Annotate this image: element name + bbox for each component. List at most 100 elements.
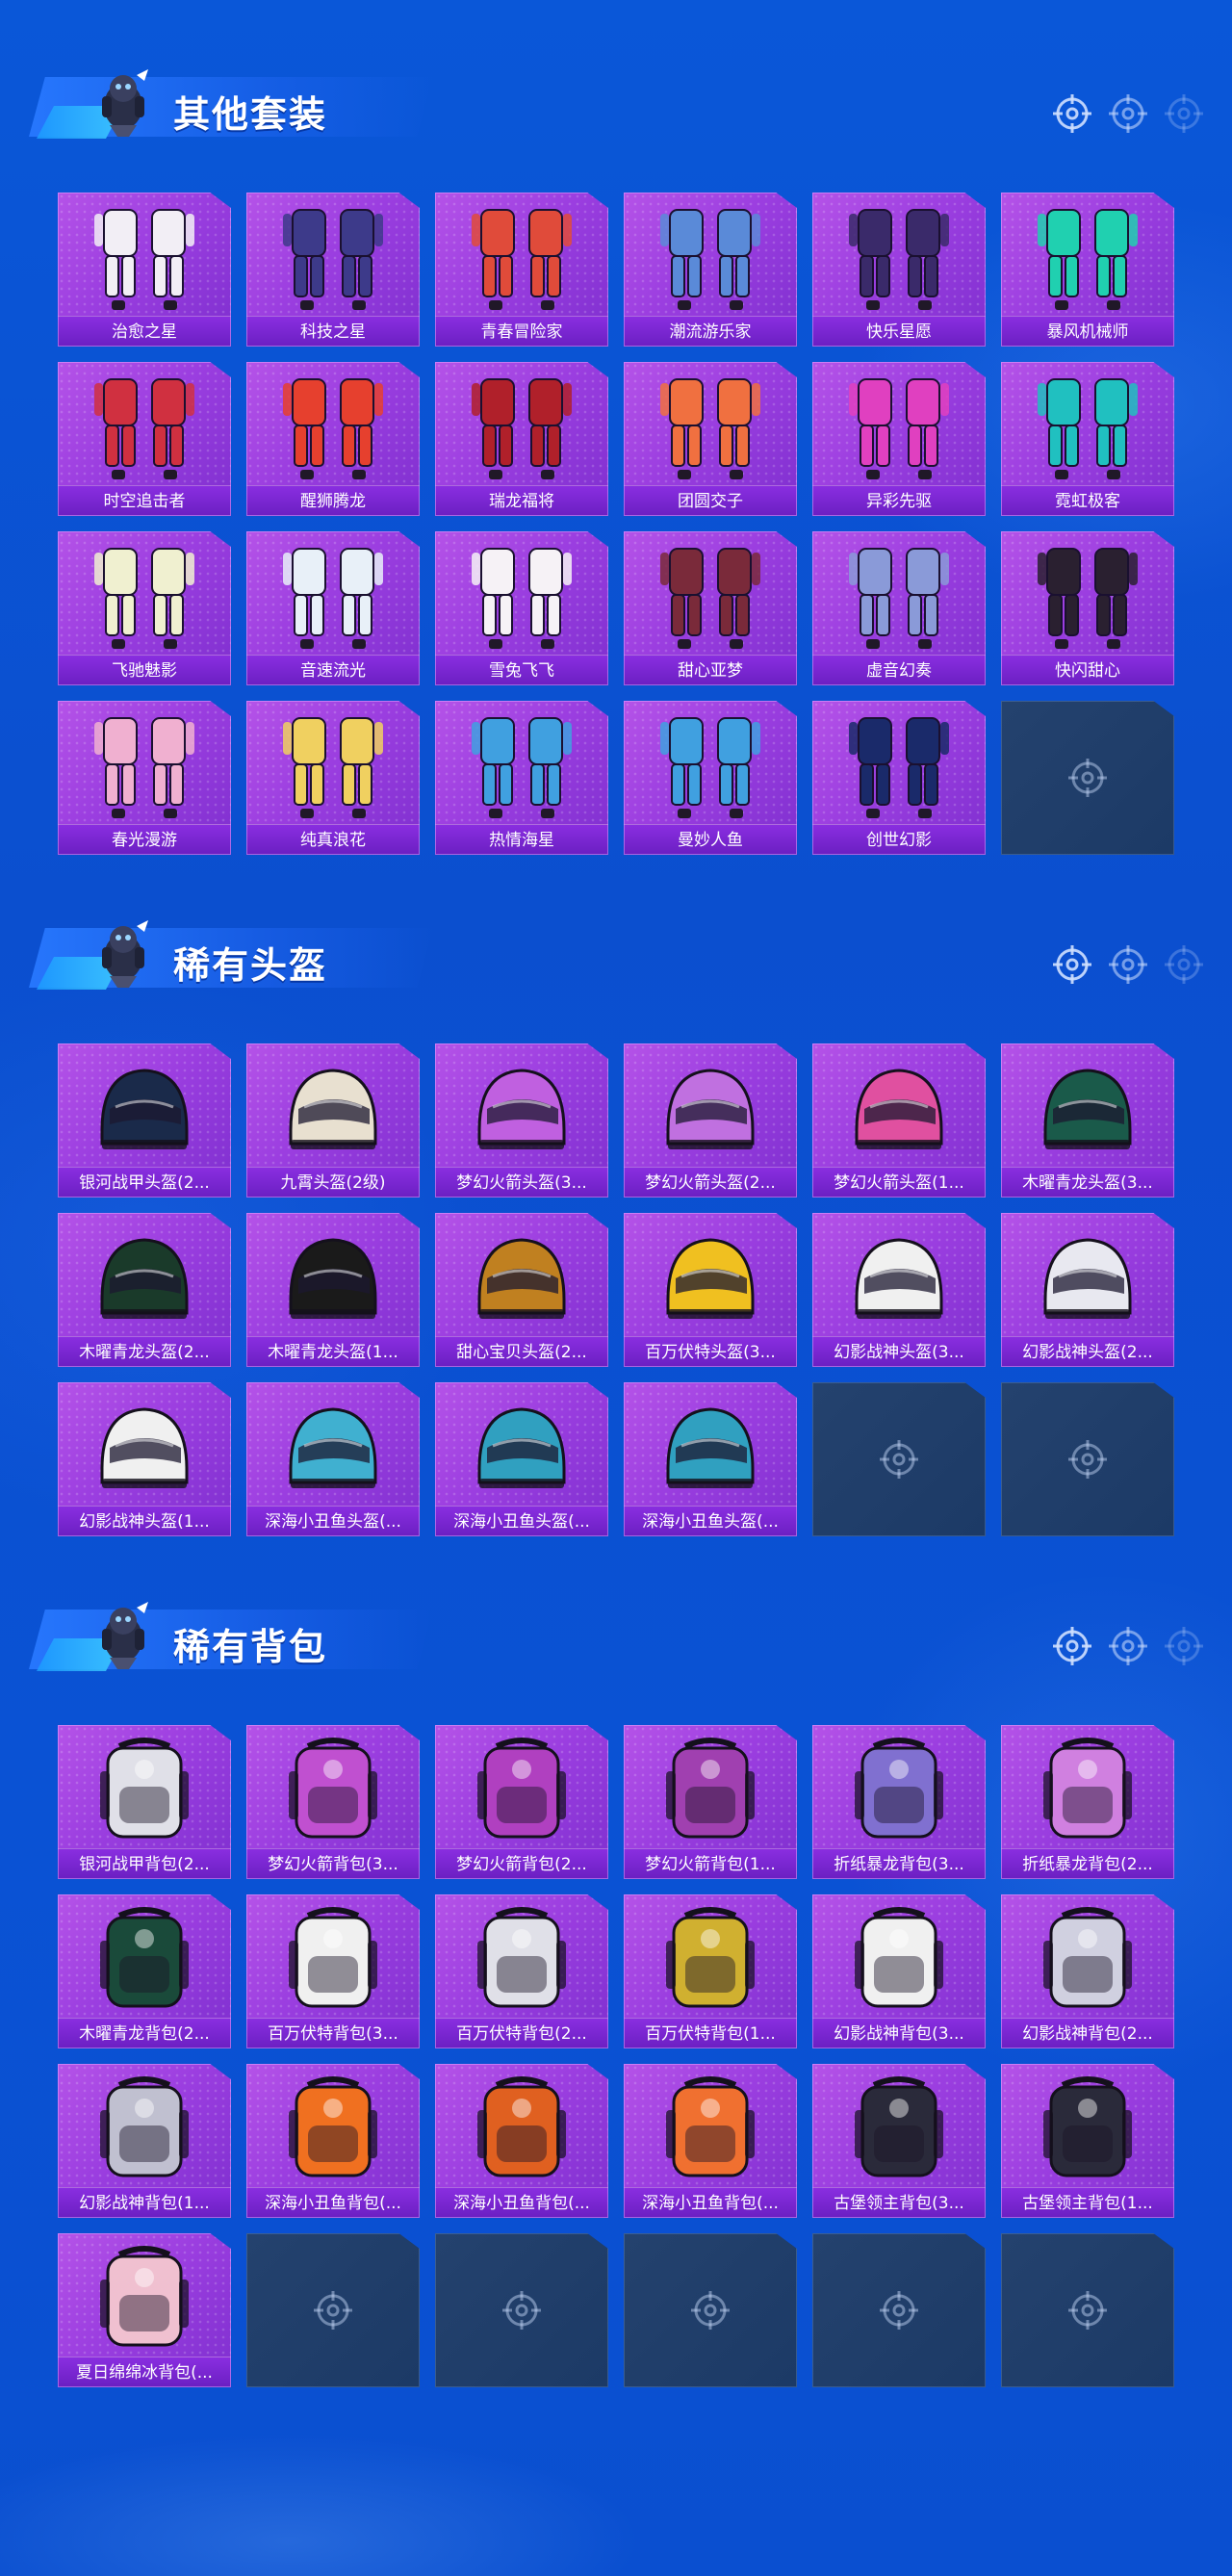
item-card[interactable]: 暴风机械师 bbox=[1001, 193, 1174, 347]
outfit-image bbox=[660, 717, 760, 818]
item-card[interactable]: 梦幻火箭头盔(1... bbox=[812, 1043, 986, 1198]
item-card[interactable]: 幻影战神背包(3... bbox=[812, 1894, 986, 2048]
mascot-icon bbox=[102, 1602, 148, 1669]
item-card[interactable]: 幻影战神背包(1... bbox=[58, 2064, 231, 2218]
helmet-image bbox=[100, 1238, 189, 1319]
item-card[interactable]: 折纸暴龙背包(3... bbox=[812, 1725, 986, 1879]
target-icon bbox=[880, 1440, 918, 1479]
backpack-image bbox=[1043, 1907, 1132, 2008]
item-card[interactable]: 木曜青龙头盔(1... bbox=[246, 1213, 420, 1367]
item-card[interactable]: 创世幻影 bbox=[812, 701, 986, 855]
backpack-image bbox=[477, 2076, 566, 2177]
item-label: 甜心宝贝头盔(2... bbox=[435, 1336, 608, 1367]
item-card[interactable]: 梦幻火箭头盔(3... bbox=[435, 1043, 608, 1198]
item-card[interactable]: 幻影战神头盔(3... bbox=[812, 1213, 986, 1367]
item-card[interactable]: 古堡领主背包(1... bbox=[1001, 2064, 1174, 2218]
header-target-icons bbox=[1051, 1625, 1205, 1667]
item-card[interactable]: 梦幻火箭头盔(2... bbox=[624, 1043, 797, 1198]
item-label: 青春冒险家 bbox=[435, 316, 608, 347]
backpack-image bbox=[1043, 1738, 1132, 1839]
item-card[interactable]: 快闪甜心 bbox=[1001, 531, 1174, 685]
item-card[interactable]: 梦幻火箭背包(3... bbox=[246, 1725, 420, 1879]
item-label: 百万伏特背包(2... bbox=[435, 2018, 608, 2048]
item-card[interactable]: 幻影战神头盔(2... bbox=[1001, 1213, 1174, 1367]
item-card[interactable]: 时空追击者 bbox=[58, 362, 231, 516]
item-label: 时空追击者 bbox=[58, 485, 231, 516]
item-card[interactable]: 折纸暴龙背包(2... bbox=[1001, 1725, 1174, 1879]
outfit-image bbox=[1038, 209, 1138, 310]
item-card[interactable]: 幻影战神头盔(1... bbox=[58, 1382, 231, 1536]
item-card[interactable]: 雪兔飞飞 bbox=[435, 531, 608, 685]
item-card[interactable]: 木曜青龙头盔(3... bbox=[1001, 1043, 1174, 1198]
item-card[interactable]: 百万伏特背包(3... bbox=[246, 1894, 420, 2048]
item-card[interactable]: 甜心亚梦 bbox=[624, 531, 797, 685]
outfit-image bbox=[472, 548, 572, 649]
item-card[interactable]: 治愈之星 bbox=[58, 193, 231, 347]
item-card[interactable]: 深海小丑鱼头盔(... bbox=[435, 1382, 608, 1536]
item-card[interactable]: 甜心宝贝头盔(2... bbox=[435, 1213, 608, 1367]
item-card[interactable]: 木曜青龙背包(2... bbox=[58, 1894, 231, 2048]
outfit-image bbox=[660, 548, 760, 649]
item-card[interactable]: 深海小丑鱼背包(... bbox=[624, 2064, 797, 2218]
item-card[interactable]: 纯真浪花 bbox=[246, 701, 420, 855]
item-label: 潮流游乐家 bbox=[624, 316, 797, 347]
item-card[interactable]: 音速流光 bbox=[246, 531, 420, 685]
item-card[interactable]: 银河战甲背包(2... bbox=[58, 1725, 231, 1879]
item-card[interactable]: 异彩先驱 bbox=[812, 362, 986, 516]
item-card[interactable]: 潮流游乐家 bbox=[624, 193, 797, 347]
item-card[interactable]: 深海小丑鱼背包(... bbox=[435, 2064, 608, 2218]
header-target-icons bbox=[1051, 92, 1205, 135]
section-header: 其他套装 bbox=[0, 39, 1232, 144]
outfit-image bbox=[849, 378, 949, 479]
helmet-image bbox=[289, 1407, 377, 1488]
target-icon bbox=[691, 2291, 730, 2330]
item-card[interactable]: 古堡领主背包(3... bbox=[812, 2064, 986, 2218]
item-label: 幻影战神背包(3... bbox=[812, 2018, 986, 2048]
target-icon bbox=[1109, 1627, 1147, 1665]
item-card[interactable]: 飞驰魅影 bbox=[58, 531, 231, 685]
item-card[interactable]: 深海小丑鱼头盔(... bbox=[624, 1382, 797, 1536]
item-card[interactable]: 霓虹极客 bbox=[1001, 362, 1174, 516]
item-card[interactable]: 百万伏特背包(2... bbox=[435, 1894, 608, 2048]
item-card[interactable]: 银河战甲头盔(2... bbox=[58, 1043, 231, 1198]
item-card[interactable]: 梦幻火箭背包(1... bbox=[624, 1725, 797, 1879]
item-card[interactable]: 春光漫游 bbox=[58, 701, 231, 855]
item-card[interactable]: 虚音幻奏 bbox=[812, 531, 986, 685]
item-label: 古堡领主背包(3... bbox=[812, 2187, 986, 2218]
target-icon bbox=[880, 2291, 918, 2330]
outfit-image bbox=[849, 717, 949, 818]
item-card[interactable]: 醒狮腾龙 bbox=[246, 362, 420, 516]
helmet-image bbox=[100, 1407, 189, 1488]
backpack-image bbox=[100, 2076, 189, 2177]
item-card[interactable]: 曼妙人鱼 bbox=[624, 701, 797, 855]
item-card[interactable]: 幻影战神背包(2... bbox=[1001, 1894, 1174, 2048]
item-card[interactable]: 团圆交子 bbox=[624, 362, 797, 516]
item-card[interactable]: 深海小丑鱼背包(... bbox=[246, 2064, 420, 2218]
item-card[interactable]: 百万伏特头盔(3... bbox=[624, 1213, 797, 1367]
target-icon bbox=[1053, 945, 1091, 984]
item-card[interactable]: 夏日绵绵冰背包(... bbox=[58, 2233, 231, 2387]
backpack-image bbox=[855, 2076, 943, 2177]
backpack-image bbox=[855, 1907, 943, 2008]
item-card[interactable]: 九霄头盔(2级) bbox=[246, 1043, 420, 1198]
target-icon bbox=[502, 2291, 541, 2330]
target-icon bbox=[314, 2291, 352, 2330]
item-card[interactable]: 梦幻火箭背包(2... bbox=[435, 1725, 608, 1879]
empty-slot bbox=[812, 1382, 986, 1536]
helmet-image bbox=[100, 1069, 189, 1149]
item-card[interactable]: 瑞龙福将 bbox=[435, 362, 608, 516]
item-label: 夏日绵绵冰背包(... bbox=[58, 2357, 231, 2387]
item-card[interactable]: 青春冒险家 bbox=[435, 193, 608, 347]
item-card[interactable]: 深海小丑鱼头盔(... bbox=[246, 1382, 420, 1536]
item-card[interactable]: 热情海星 bbox=[435, 701, 608, 855]
item-card[interactable]: 快乐星愿 bbox=[812, 193, 986, 347]
item-card[interactable]: 百万伏特背包(1... bbox=[624, 1894, 797, 2048]
item-card[interactable]: 科技之星 bbox=[246, 193, 420, 347]
item-card[interactable]: 木曜青龙头盔(2... bbox=[58, 1213, 231, 1367]
mascot-icon bbox=[102, 920, 148, 988]
item-label: 瑞龙福将 bbox=[435, 485, 608, 516]
item-label: 古堡领主背包(1... bbox=[1001, 2187, 1174, 2218]
item-grid: 治愈之星 科技之星 青春冒险家 潮流游乐家 快乐星愿 暴风机械师时空追击者 醒狮腾龙 瑞龙福将… bbox=[58, 193, 1174, 855]
target-icon bbox=[1165, 945, 1203, 984]
item-label: 音速流光 bbox=[246, 655, 420, 685]
